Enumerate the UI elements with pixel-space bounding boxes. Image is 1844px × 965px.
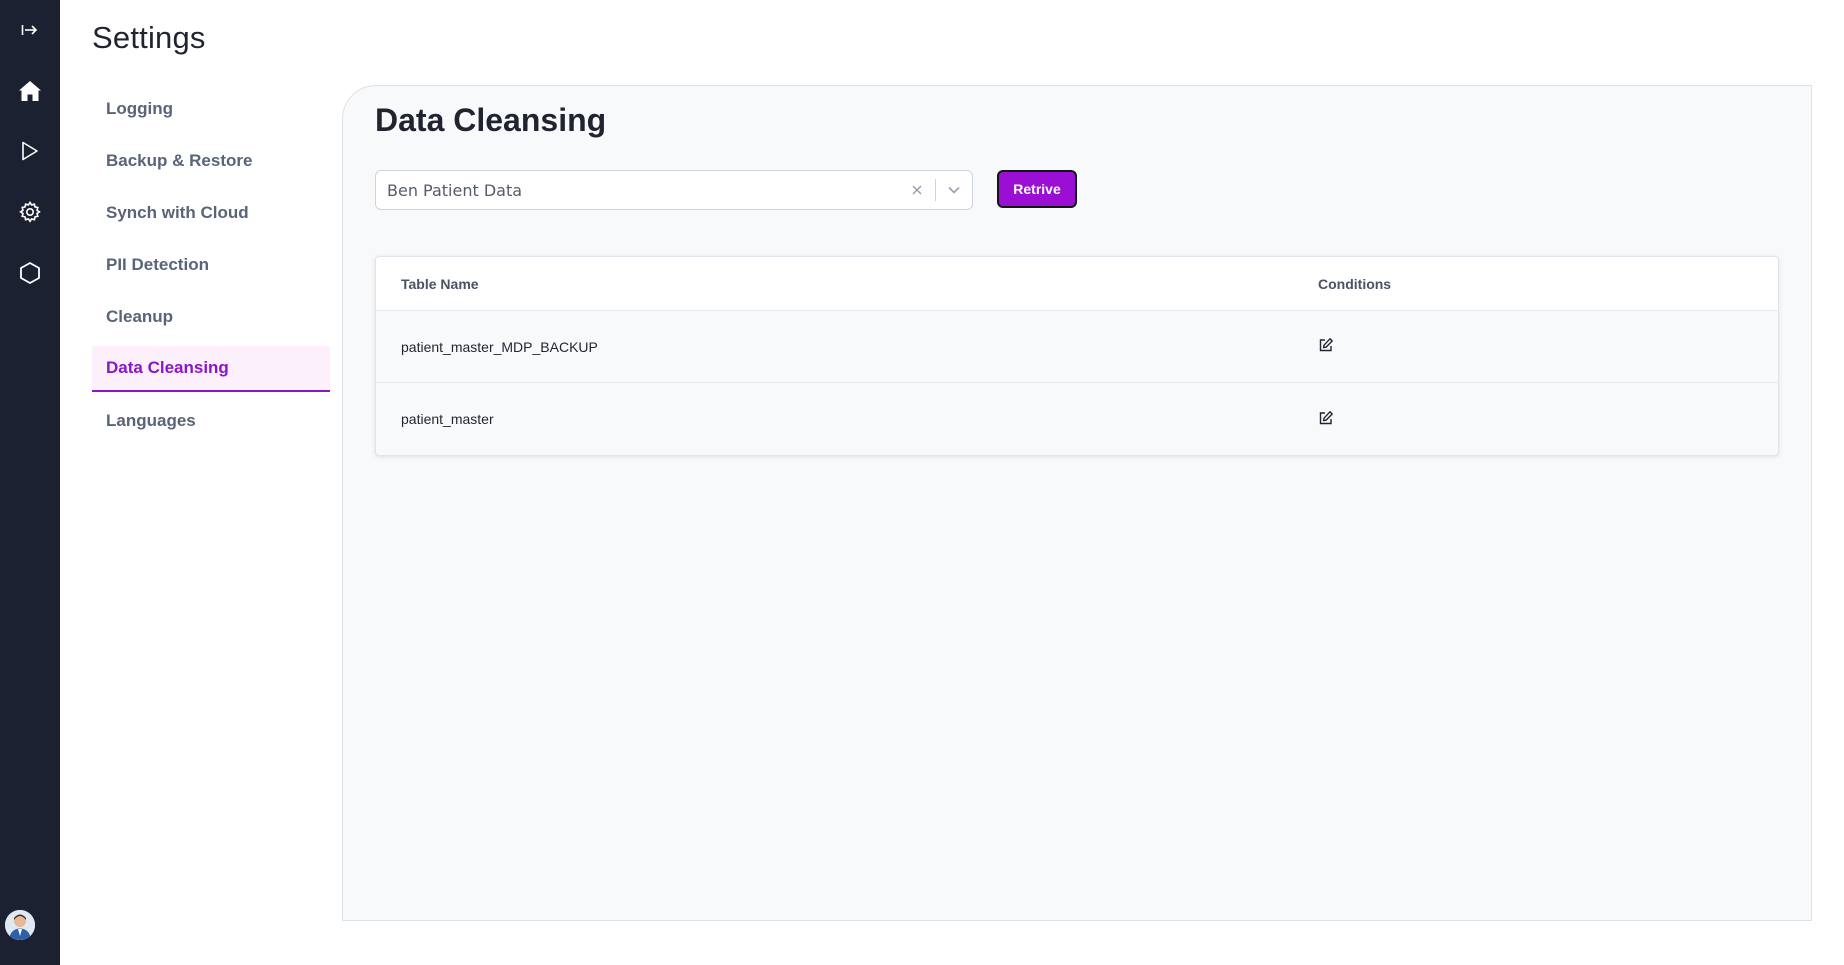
tables-table: Table Name Conditions patient_master_MDP…: [375, 256, 1779, 456]
page-title: Settings: [92, 20, 206, 55]
edit-icon: [1319, 410, 1333, 424]
table-row: patient_master_MDP_BACKUP: [376, 311, 1778, 383]
nav-modules-button[interactable]: [0, 253, 60, 293]
column-header-table-name: Table Name: [401, 275, 479, 292]
clear-selection-button[interactable]: [899, 171, 935, 209]
edit-conditions-button[interactable]: [1318, 337, 1336, 355]
home-icon: [19, 81, 41, 101]
data-cleansing-panel: Data Cleansing Ben Patient Data Retrive …: [342, 85, 1812, 921]
edit-icon: [1319, 338, 1333, 352]
edit-conditions-button[interactable]: [1318, 410, 1336, 428]
nav-home-button[interactable]: [0, 71, 60, 111]
expand-sidebar-button[interactable]: [0, 10, 60, 50]
table-name-cell: patient_master_MDP_BACKUP: [401, 338, 598, 355]
conditions-cell: [1318, 337, 1778, 356]
avatar-icon: [5, 910, 35, 940]
hexagon-icon: [20, 262, 40, 284]
table-header: Table Name Conditions: [376, 257, 1778, 311]
subnav-item-pii-detection[interactable]: PII Detection: [92, 242, 330, 288]
icon-rail: [0, 0, 60, 965]
column-header-conditions: Conditions: [1318, 275, 1392, 292]
table-row: patient_master: [376, 383, 1778, 455]
subnav-item-cleanup[interactable]: Cleanup: [92, 294, 330, 340]
retrieve-button[interactable]: Retrive: [997, 170, 1077, 208]
nav-run-button[interactable]: [0, 131, 60, 171]
panel-title: Data Cleansing: [375, 102, 607, 138]
nav-settings-button[interactable]: [0, 192, 60, 232]
dataset-select-value: Ben Patient Data: [387, 180, 523, 200]
expand-arrow-icon: [21, 25, 38, 35]
user-avatar[interactable]: [5, 910, 35, 940]
subnav-item-logging[interactable]: Logging: [92, 86, 330, 132]
subnav-item-data-cleansing[interactable]: Data Cleansing: [92, 346, 330, 392]
subnav-item-synch-cloud[interactable]: Synch with Cloud: [92, 190, 330, 236]
subnav-item-languages[interactable]: Languages: [92, 398, 330, 444]
play-icon: [22, 141, 38, 161]
chevron-down-icon: [948, 186, 960, 194]
dataset-select[interactable]: Ben Patient Data: [375, 170, 973, 210]
settings-subnav: Logging Backup & Restore Synch with Clou…: [92, 86, 330, 450]
close-icon: [912, 185, 922, 195]
gear-icon: [19, 201, 41, 223]
conditions-cell: [1318, 410, 1778, 429]
table-name-cell: patient_master: [401, 411, 494, 427]
open-dropdown-button[interactable]: [936, 171, 972, 209]
subnav-item-backup-restore[interactable]: Backup & Restore: [92, 138, 330, 184]
